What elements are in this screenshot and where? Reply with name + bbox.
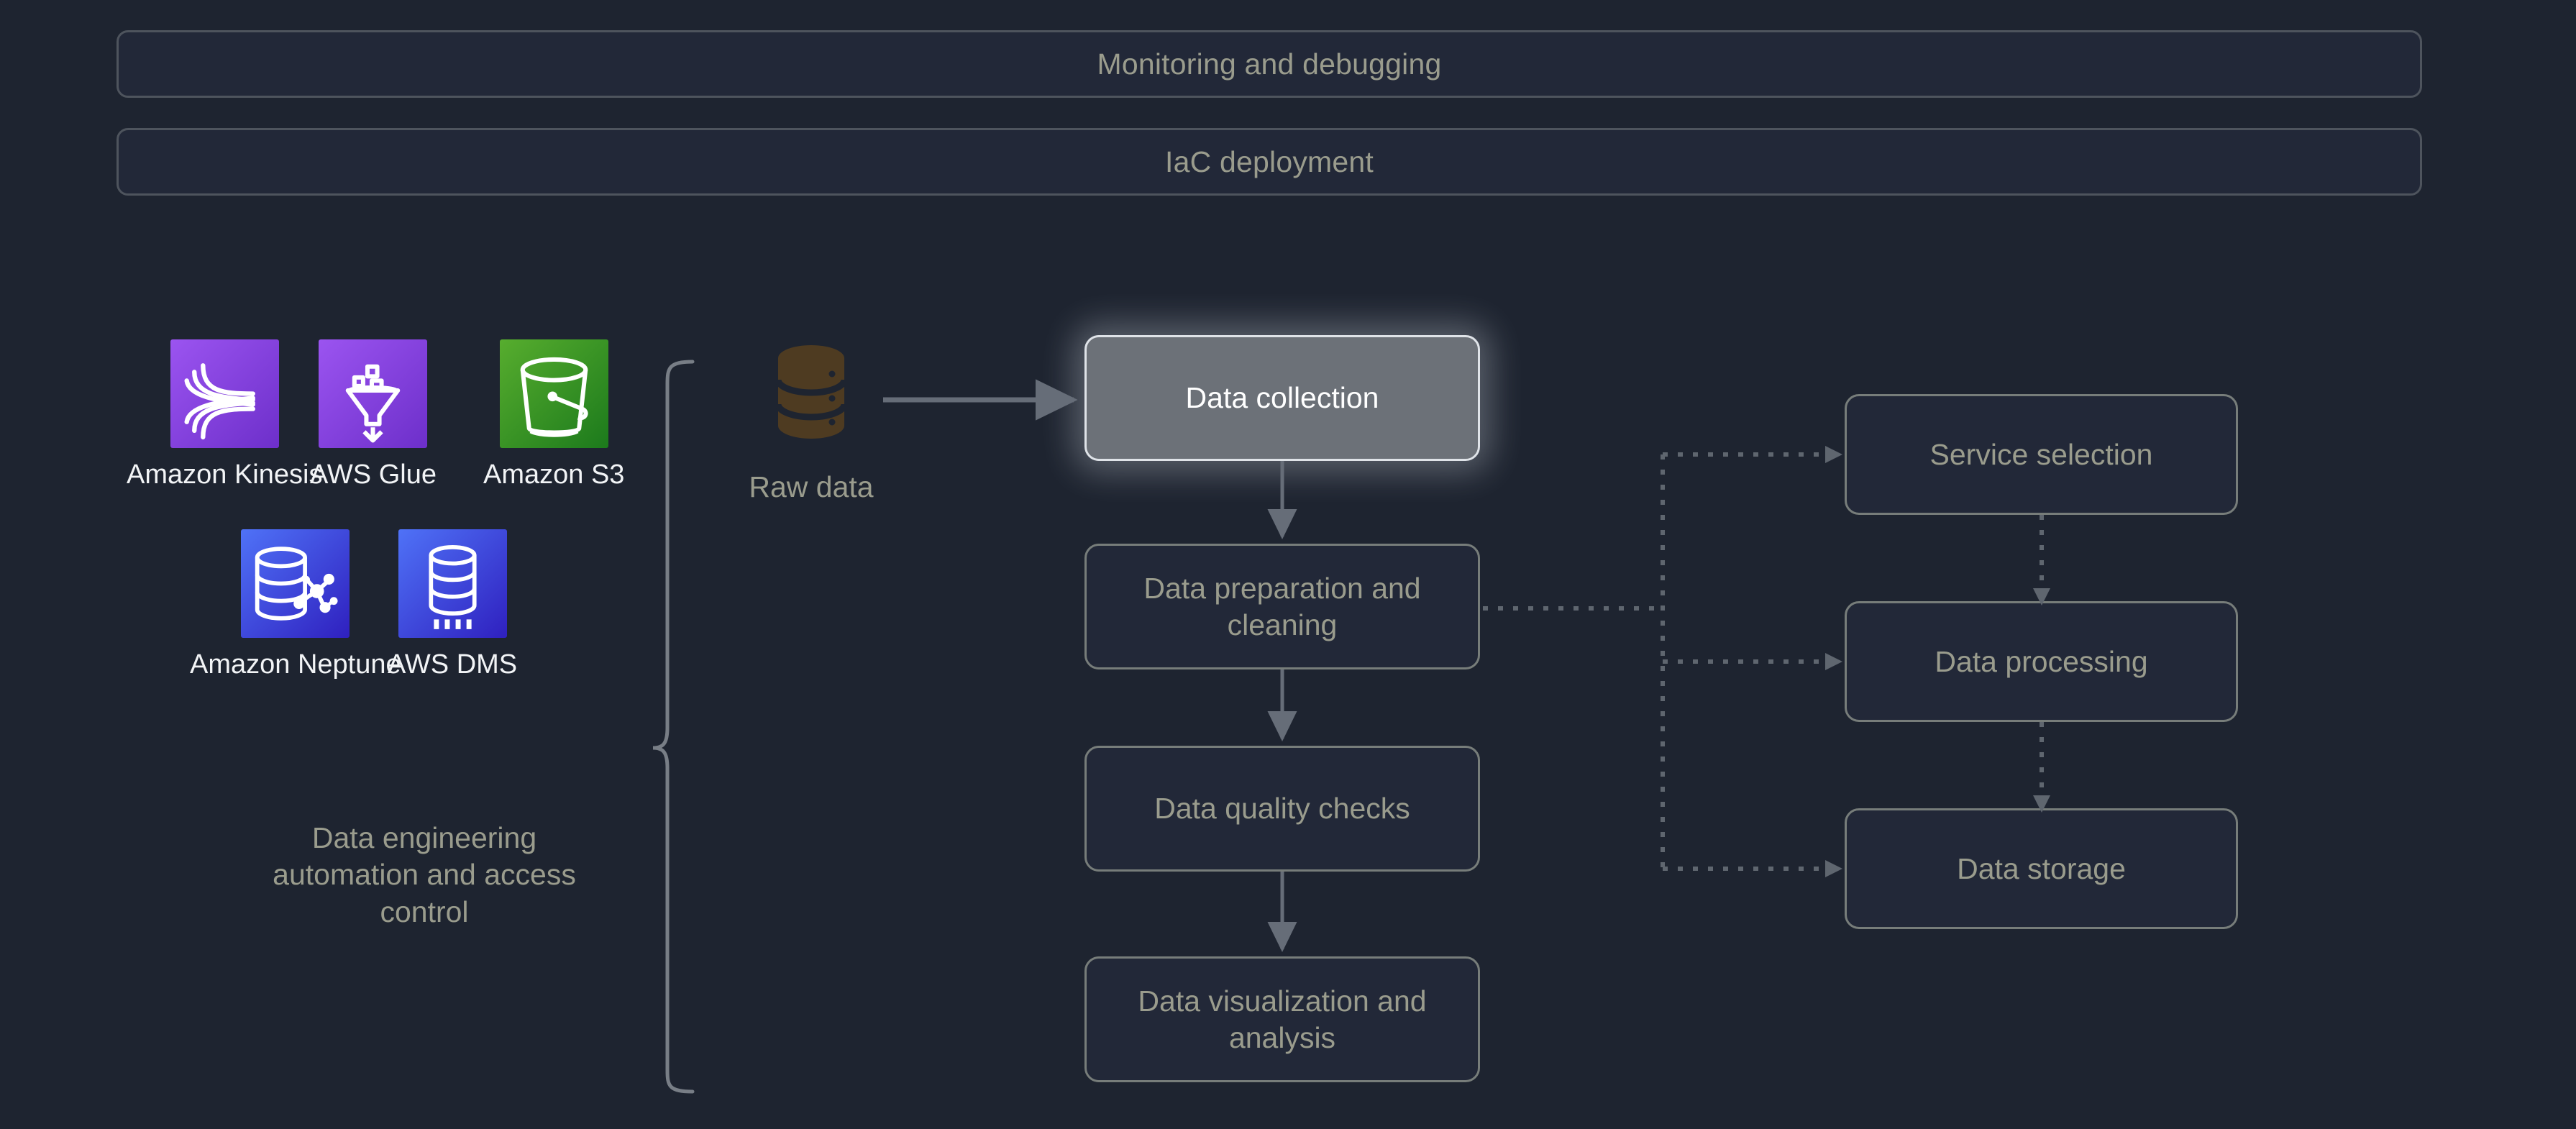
service-label-neptune: Amazon Neptune: [190, 649, 401, 680]
node-data-quality-checks[interactable]: Data quality checks: [1084, 746, 1480, 872]
service-label-glue: AWS Glue: [310, 460, 437, 490]
raw-data-label: Raw data: [749, 470, 874, 503]
service-amazon-kinesis: Amazon Kinesis: [127, 339, 322, 490]
banner-iac-label: IaC deployment: [1165, 145, 1374, 178]
dotted-connector-arrowheads: [1825, 446, 1842, 877]
group-label-data-engineering: Data engineering automation and access c…: [273, 821, 576, 928]
node-label-data-visualization: Data visualization and analysis: [1138, 984, 1427, 1054]
node-data-processing[interactable]: Data processing: [1845, 601, 2238, 722]
service-aws-glue: AWS Glue: [310, 339, 437, 490]
banner-iac-deployment: IaC deployment: [117, 128, 2422, 196]
service-amazon-s3: Amazon S3: [483, 339, 624, 490]
node-label-data-preparation: Data preparation and cleaning: [1143, 572, 1421, 641]
node-data-visualization[interactable]: Data visualization and analysis: [1084, 956, 1480, 1082]
node-data-collection[interactable]: Data collection: [1084, 335, 1480, 461]
service-label-kinesis: Amazon Kinesis: [127, 460, 323, 490]
dotted-connector-bus: [1483, 452, 1825, 871]
node-label-data-processing: Data processing: [1935, 644, 2148, 678]
service-label-dms: AWS DMS: [388, 649, 518, 680]
node-label-data-storage: Data storage: [1957, 851, 2126, 885]
node-service-selection[interactable]: Service selection: [1845, 394, 2238, 515]
service-amazon-neptune: Amazon Neptune: [190, 529, 401, 680]
service-aws-dms: AWS DMS: [388, 529, 517, 680]
glue-funnel-icon: [319, 339, 428, 448]
kinesis-streams-icon: [170, 339, 279, 448]
banner-monitoring-label: Monitoring and debugging: [1097, 47, 1442, 81]
node-label-data-quality-checks: Data quality checks: [1154, 792, 1410, 826]
s3-bucket-icon: [499, 339, 608, 448]
database-cylinder-icon: [768, 339, 854, 440]
banner-monitoring-and-debugging: Monitoring and debugging: [117, 30, 2422, 98]
service-label-s3: Amazon S3: [483, 460, 625, 490]
node-label-data-collection: Data collection: [1185, 381, 1379, 415]
node-label-service-selection: Service selection: [1929, 437, 2153, 471]
dms-database-icon: [398, 529, 507, 638]
node-data-preparation[interactable]: Data preparation and cleaning: [1084, 544, 1480, 669]
node-data-storage[interactable]: Data storage: [1845, 808, 2238, 929]
neptune-graph-db-icon: [241, 529, 350, 638]
diagram-canvas: Monitoring and debugging IaC deployment …: [0, 0, 2576, 1129]
